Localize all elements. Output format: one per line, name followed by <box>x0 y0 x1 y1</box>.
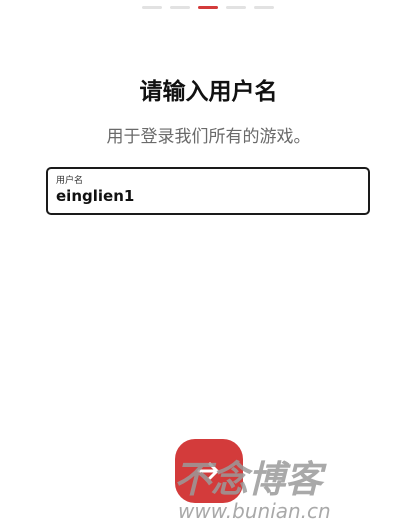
username-field-label: 用户名 <box>56 176 84 186</box>
progress-step-1 <box>142 6 162 9</box>
progress-step-2 <box>170 6 190 9</box>
page-title: 请输入用户名 <box>139 79 278 105</box>
username-input[interactable] <box>56 187 356 205</box>
progress-step-3 <box>198 6 218 9</box>
page-subtitle: 用于登录我们所有的游戏。 <box>106 127 311 147</box>
progress-step-4 <box>226 6 246 9</box>
progress-step-5 <box>254 6 274 9</box>
username-field[interactable]: 用户名 <box>46 167 370 215</box>
watermark-url: www.bunian.cn <box>178 499 331 523</box>
progress-steps <box>142 6 274 9</box>
watermark-brand: 不念博客 <box>174 458 327 501</box>
watermark-logo: 不念博客 www.bunian.cn <box>174 458 331 523</box>
